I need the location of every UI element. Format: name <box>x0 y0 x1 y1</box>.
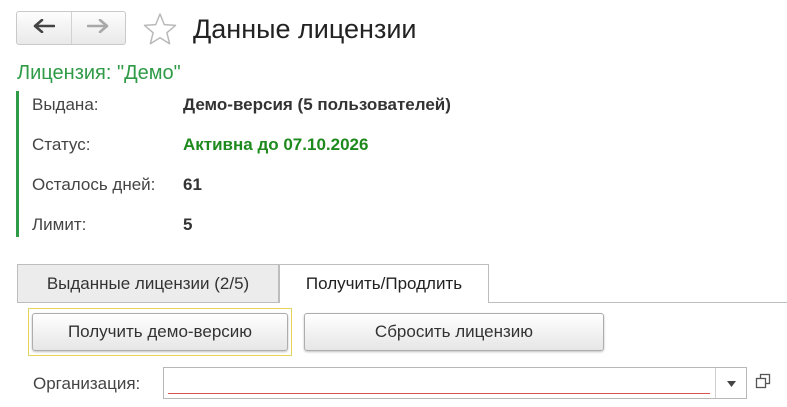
status-label: Статус: <box>32 135 91 154</box>
arrow-right-icon <box>86 18 109 38</box>
organization-open-button[interactable] <box>749 367 777 399</box>
organization-dropdown-button[interactable] <box>715 368 746 398</box>
license-heading: Лицензия: "Демо" <box>17 62 181 84</box>
open-window-icon <box>755 373 771 394</box>
status-value: Активна до 07.10.2026 <box>183 135 369 154</box>
organization-input[interactable] <box>163 367 747 399</box>
back-button[interactable] <box>17 12 71 44</box>
organization-label: Организация: <box>33 374 141 393</box>
page-title: Данные лицензии <box>193 14 417 44</box>
tab-issued-licenses[interactable]: Выданные лицензии (2/5) <box>17 264 279 302</box>
arrow-left-icon <box>33 18 56 38</box>
days-left-label: Осталось дней: <box>32 175 156 194</box>
chevron-down-icon <box>726 374 736 392</box>
forward-button[interactable] <box>70 12 126 44</box>
required-field-underline <box>168 393 710 394</box>
license-accent-bar <box>16 91 19 237</box>
get-demo-button[interactable]: Получить демо-версию <box>32 313 288 351</box>
issued-value: Демо-версия (5 пользователей) <box>183 95 451 114</box>
limit-label: Лимит: <box>32 215 87 234</box>
star-icon[interactable] <box>142 12 178 46</box>
tab-get-renew[interactable]: Получить/Продлить <box>279 264 489 303</box>
issued-label: Выдана: <box>32 95 99 114</box>
reset-license-button[interactable]: Сбросить лицензию <box>304 313 604 351</box>
limit-value: 5 <box>183 215 193 234</box>
navigation-buttons <box>16 11 126 45</box>
days-left-value: 61 <box>183 175 202 194</box>
